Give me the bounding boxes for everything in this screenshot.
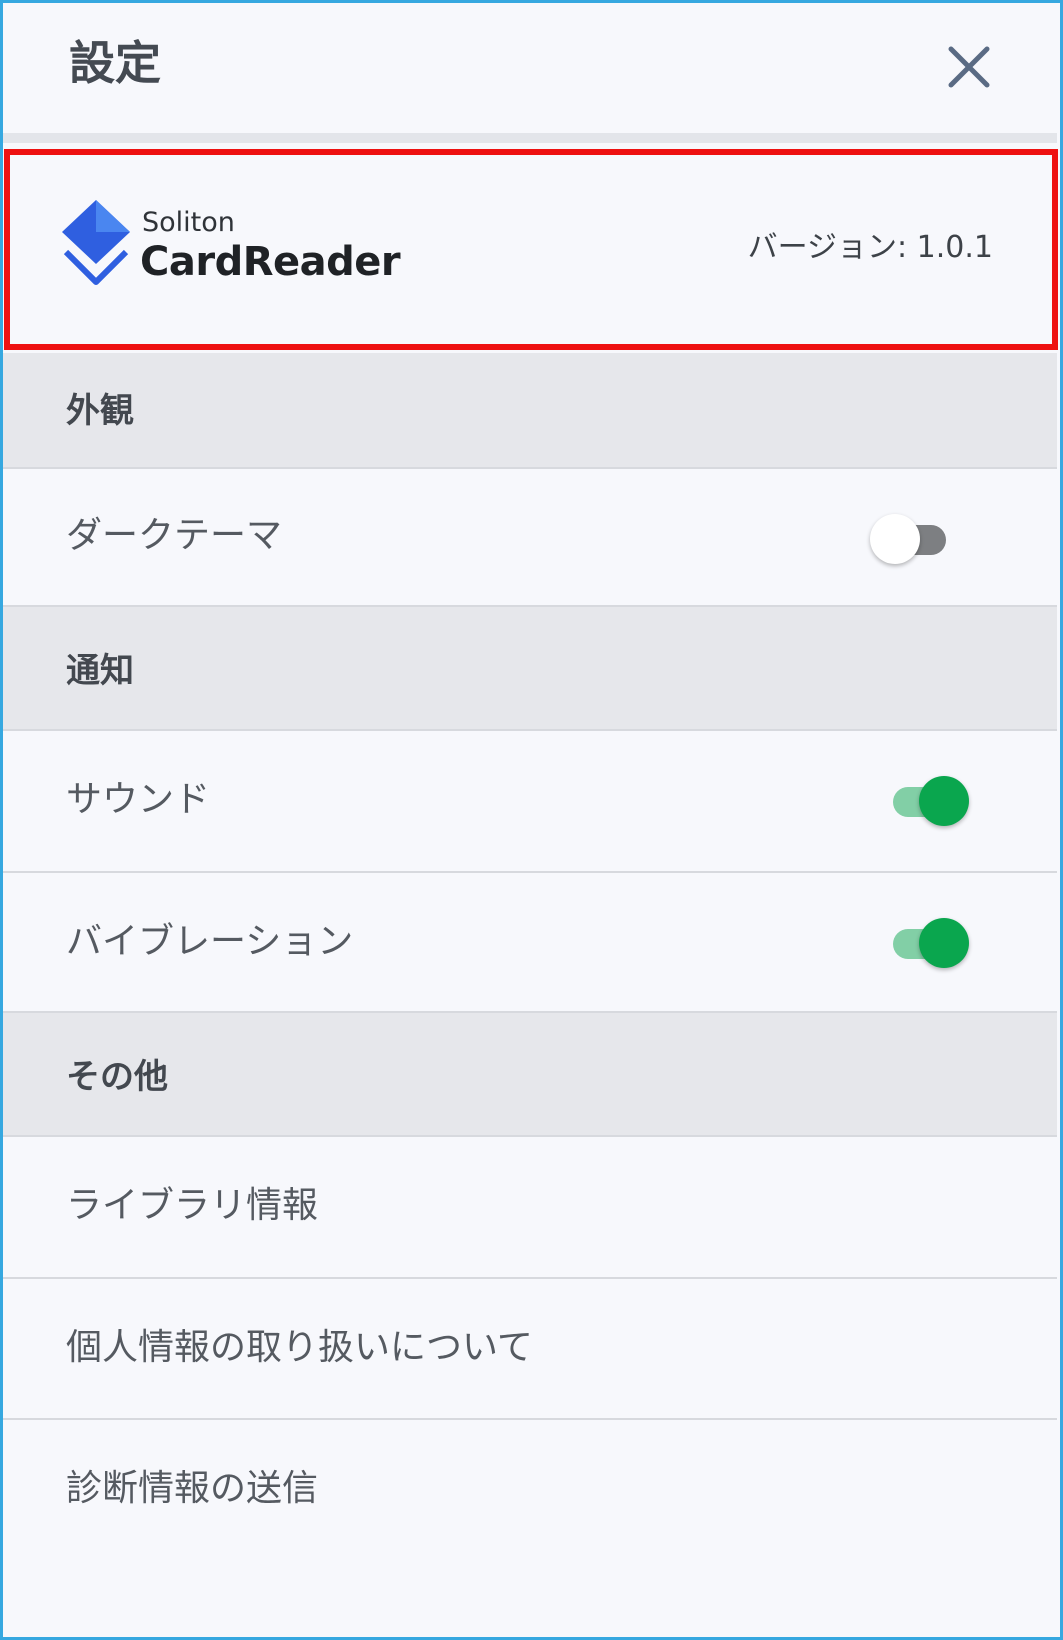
page-title: 設定 [69,36,161,90]
toggle-thumb [870,514,920,564]
dark-theme-toggle[interactable] [870,512,946,564]
toggle-thumb [919,776,969,826]
setting-row-privacy-policy[interactable]: 個人情報の取り扱いについて [3,1279,1057,1420]
send-diagnostics-label: 診断情報の送信 [66,1468,319,1509]
section-label-other: その他 [66,1057,168,1097]
section-other: その他 [3,1013,1057,1137]
setting-row-vibration[interactable]: バイブレーション [3,873,1057,1013]
highlight-box [4,149,1058,350]
setting-row-dark-theme[interactable]: ダークテーマ [3,469,1057,607]
section-notifications: 通知 [3,607,1057,731]
header-divider [3,133,1057,143]
sound-label: サウンド [66,779,211,820]
settings-header: 設定 [3,3,1057,135]
library-info-label: ライブラリ情報 [66,1185,319,1226]
section-appearance: 外観 [3,353,1057,469]
toggle-thumb [919,918,969,968]
privacy-policy-label: 個人情報の取り扱いについて [66,1327,533,1368]
vibration-toggle[interactable] [889,916,969,968]
close-icon [948,46,990,88]
setting-row-send-diagnostics[interactable]: 診断情報の送信 [3,1420,1057,1562]
setting-row-library-info[interactable]: ライブラリ情報 [3,1137,1057,1279]
section-label-appearance: 外観 [66,391,134,431]
dark-theme-label: ダークテーマ [66,515,283,556]
section-label-notifications: 通知 [66,651,134,691]
close-button[interactable] [941,39,997,95]
sound-toggle[interactable] [889,774,969,826]
setting-row-sound[interactable]: サウンド [3,731,1057,873]
vibration-label: バイブレーション [66,921,354,962]
